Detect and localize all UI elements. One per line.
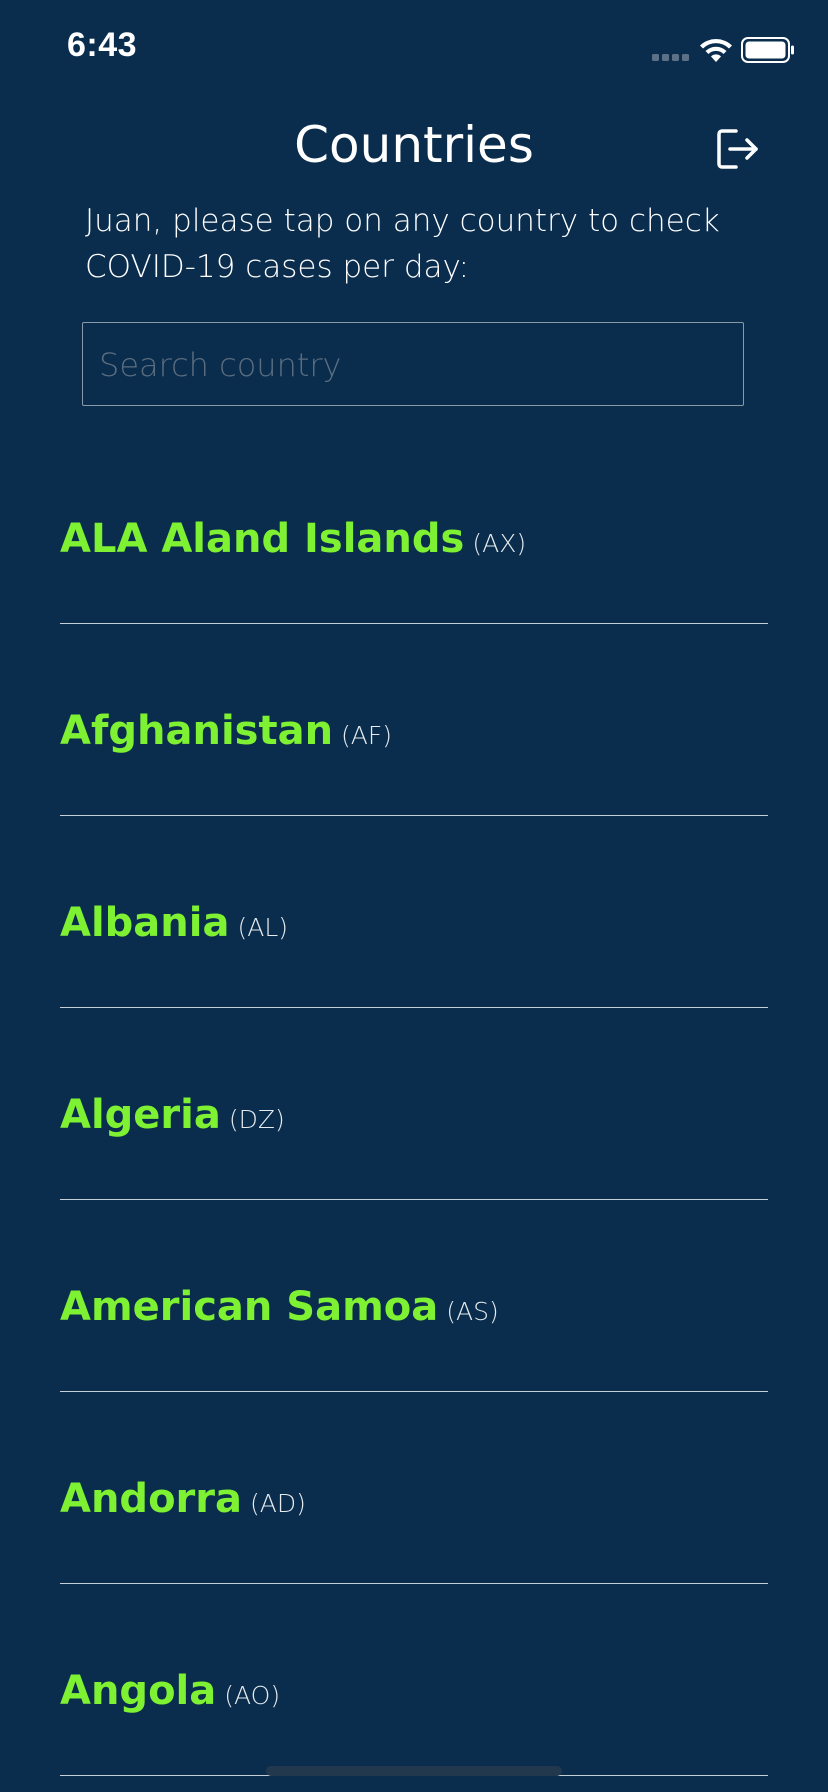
country-row[interactable]: Angola (AO): [60, 1584, 768, 1776]
country-list: ALA Aland Islands (AX) Afghanistan (AF) Al…: [60, 432, 768, 1776]
status-bar: 6:43: [0, 0, 828, 100]
country-name: Andorra: [60, 1476, 242, 1522]
country-row[interactable]: Algeria (DZ): [60, 1008, 768, 1200]
country-code: (AF): [341, 721, 393, 750]
instructions-text: Juan, please tap on any country to check…: [85, 203, 720, 285]
logout-icon: [717, 129, 758, 169]
header: Countries: [0, 100, 828, 200]
country-code: (AL): [237, 913, 289, 942]
status-time: 6:43: [67, 26, 138, 64]
home-indicator: [266, 1766, 562, 1776]
country-code: (AS): [446, 1297, 499, 1326]
search-input[interactable]: [99, 323, 729, 407]
country-code: (DZ): [228, 1105, 285, 1134]
wifi-icon: [700, 39, 732, 62]
country-row[interactable]: Andorra (AD): [60, 1392, 768, 1584]
country-code: (AD): [250, 1489, 306, 1518]
search-box[interactable]: [82, 322, 744, 407]
country-name: Afghanistan: [60, 708, 334, 754]
country-name: Angola: [60, 1668, 217, 1714]
battery-icon: [741, 37, 794, 63]
country-code: (AO): [224, 1681, 281, 1710]
page-title: Countries: [294, 116, 534, 174]
country-row[interactable]: Albania (AL): [60, 816, 768, 1008]
country-name: Algeria: [60, 1092, 221, 1138]
country-row[interactable]: ALA Aland Islands (AX): [60, 432, 768, 624]
logout-button[interactable]: [712, 124, 762, 174]
country-name: ALA Aland Islands: [60, 516, 465, 562]
country-name: American Samoa: [60, 1284, 439, 1330]
country-name: Albania: [60, 900, 230, 946]
country-row[interactable]: American Samoa (AS): [60, 1200, 768, 1392]
signal-icon: [652, 54, 689, 61]
country-code: (AX): [472, 529, 527, 558]
country-row[interactable]: Afghanistan (AF): [60, 624, 768, 816]
